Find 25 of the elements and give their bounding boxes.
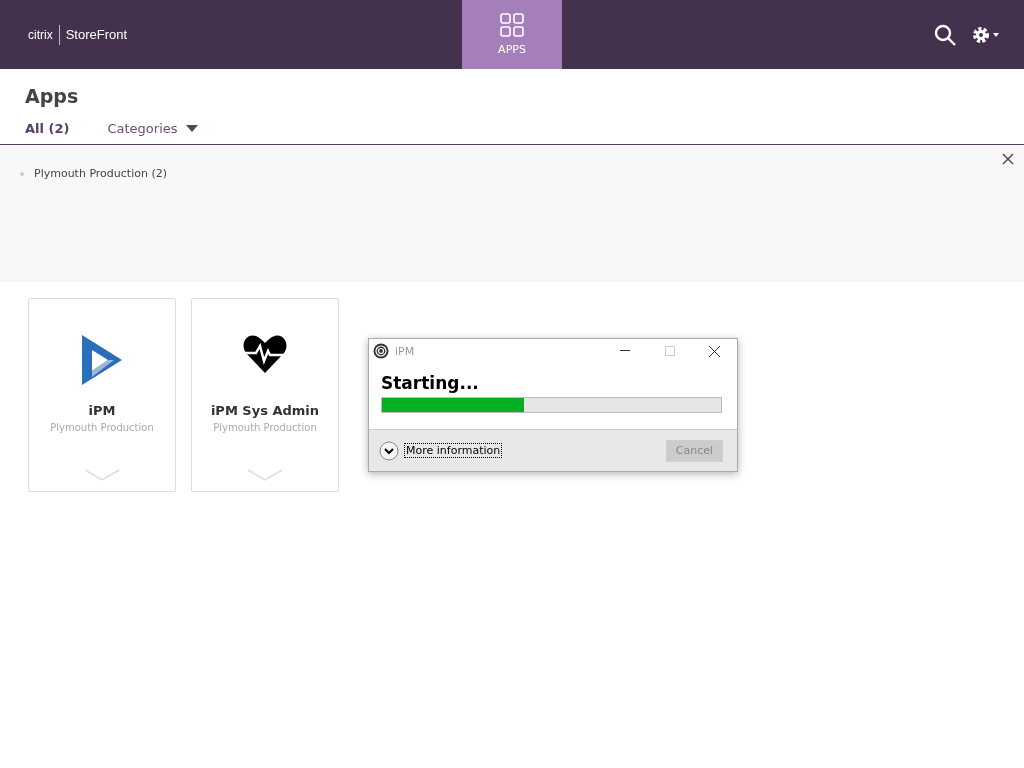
product-name: StoreFront	[65, 27, 128, 42]
search-icon[interactable]	[934, 23, 956, 46]
app-name: iPM	[88, 403, 116, 418]
close-icon[interactable]	[1002, 153, 1014, 165]
app-category: Plymouth Production	[213, 422, 317, 433]
settings-icon[interactable]	[972, 24, 1000, 45]
spiral-icon	[373, 343, 389, 359]
category-item[interactable]: Plymouth Production (2)	[20, 167, 167, 180]
minimize-icon[interactable]	[619, 350, 630, 352]
filter-tab[interactable]: All (2)	[25, 119, 70, 137]
dialog-title: iPM	[395, 344, 415, 358]
caret-icon	[185, 124, 198, 132]
app-card[interactable]: iPM Plymouth Production	[28, 298, 176, 492]
app-category: Plymouth Production	[50, 422, 154, 433]
app-name: iPM Sys Admin	[210, 403, 320, 418]
chevron-circle-icon	[379, 440, 399, 461]
status-text: Starting...	[381, 373, 480, 393]
play-logo-icon	[80, 333, 124, 387]
filter-tab[interactable]: Categories	[107, 119, 198, 137]
grid-icon	[500, 13, 524, 37]
page-title: Apps	[24, 84, 80, 107]
close-icon[interactable]	[709, 345, 720, 357]
app-card[interactable]: iPM Sys Admin Plymouth Production	[191, 298, 339, 492]
heartbeat-icon	[242, 333, 288, 375]
brand-logo: citrix	[28, 27, 53, 42]
